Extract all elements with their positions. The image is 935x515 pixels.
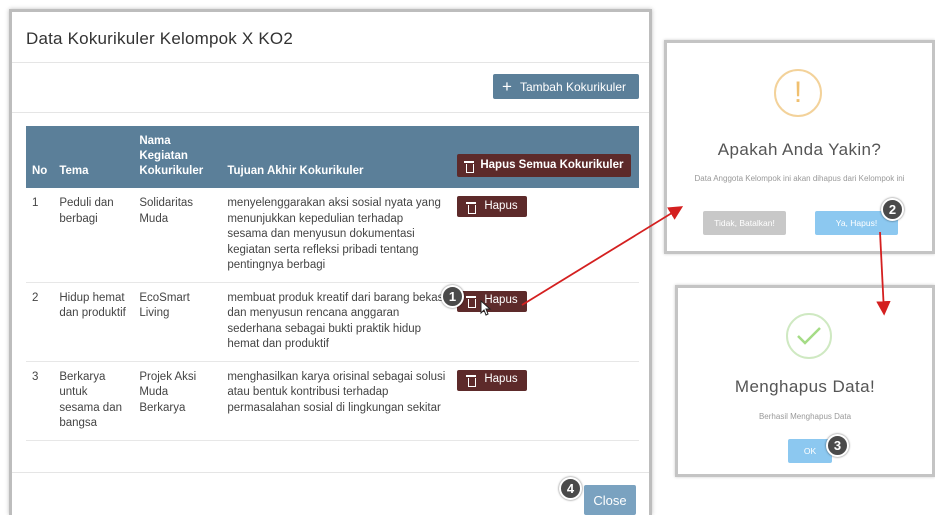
cell-no: 3 — [26, 361, 54, 441]
cell-action: Hapus — [451, 188, 639, 283]
table-row: 1 Peduli dan berbagi Solidaritas Muda me… — [26, 188, 639, 283]
add-kokurikuler-label: Tambah Kokurikuler — [519, 79, 626, 94]
warning-icon: ! — [774, 69, 822, 117]
table-row: 2 Hidup hemat dan produktif EcoSmart Liv… — [26, 282, 639, 362]
header-tujuan: Tujuan Akhir Kokurikuler — [227, 165, 364, 177]
divider — [12, 62, 649, 63]
modal-title: Data Kokurikuler Kelompok X KO2 — [26, 29, 293, 48]
cell-nama: EcoSmart Living — [133, 282, 222, 362]
cancel-button[interactable]: Tidak, Batalkan! — [703, 211, 786, 235]
trash-icon — [466, 295, 477, 308]
header-no: No — [32, 165, 48, 177]
cell-tujuan: membuat produk kreatif dari barang bekas… — [221, 282, 452, 362]
table-row: 3 Berkarya untuk sesama dan bangsa Proje… — [26, 361, 639, 441]
cell-tema: Hidup hemat dan produktif — [53, 282, 134, 362]
cell-tujuan: menyelenggarakan aksi sosial nyata yang … — [221, 188, 452, 283]
step-badge-4: 4 — [559, 477, 582, 500]
delete-button[interactable]: Hapus — [457, 196, 527, 217]
confirm-dialog: ! Apakah Anda Yakin? Data Anggota Kelomp… — [664, 40, 935, 254]
step-badge-3: 3 — [826, 434, 849, 457]
delete-label: Hapus — [484, 373, 518, 386]
success-title: Menghapus Data! — [734, 377, 876, 396]
mouse-cursor-icon — [480, 300, 492, 316]
cell-no: 2 — [26, 282, 54, 362]
success-dialog: Menghapus Data! Berhasil Menghapus Data … — [675, 285, 935, 477]
cell-no: 1 — [26, 188, 54, 283]
confirm-title: Apakah Anda Yakin? — [717, 140, 882, 159]
header-tema: Tema — [59, 165, 89, 177]
add-kokurikuler-button[interactable]: + Tambah Kokurikuler — [493, 74, 639, 99]
plus-icon: + — [502, 77, 512, 96]
delete-label: Hapus — [484, 199, 518, 212]
step-badge-1: 1 — [441, 285, 464, 308]
checkmark-icon — [786, 313, 832, 359]
cell-nama: Solidaritas Muda — [133, 188, 222, 283]
delete-all-label: Hapus Semua Kokurikuler — [480, 159, 624, 171]
delete-button[interactable]: Hapus — [457, 369, 527, 391]
kokurikuler-table: No Tema Nama Kegiatan Kokurikuler Tujuan… — [26, 126, 639, 441]
table-header-row: No Tema Nama Kegiatan Kokurikuler Tujuan… — [26, 126, 639, 188]
cell-nama: Projek Aksi Muda Berkarya — [133, 361, 222, 441]
cell-action: Hapus — [451, 282, 639, 362]
cell-action: Hapus — [451, 361, 639, 441]
close-button[interactable]: Close — [584, 485, 636, 515]
cell-tujuan: menghasilkan karya orisinal sebagai solu… — [221, 361, 452, 441]
delete-all-button[interactable]: Hapus Semua Kokurikuler — [457, 154, 631, 177]
kokurikuler-modal: Data Kokurikuler Kelompok X KO2 + Tambah… — [9, 9, 652, 515]
trash-icon — [466, 201, 477, 214]
divider — [12, 112, 649, 113]
cell-tema: Berkarya untuk sesama dan bangsa — [53, 361, 134, 441]
success-text: Berhasil Menghapus Data — [758, 412, 852, 421]
trash-icon — [466, 374, 477, 387]
cell-tema: Peduli dan berbagi — [53, 188, 134, 283]
header-nama-kegiatan: Nama Kegiatan Kokurikuler — [139, 135, 204, 177]
step-badge-2: 2 — [881, 198, 904, 221]
confirm-text: Data Anggota Kelompok ini akan dihapus d… — [694, 174, 905, 183]
header-action: Hapus Semua Kokurikuler — [451, 126, 639, 188]
trash-icon — [464, 160, 475, 173]
divider — [12, 472, 649, 473]
